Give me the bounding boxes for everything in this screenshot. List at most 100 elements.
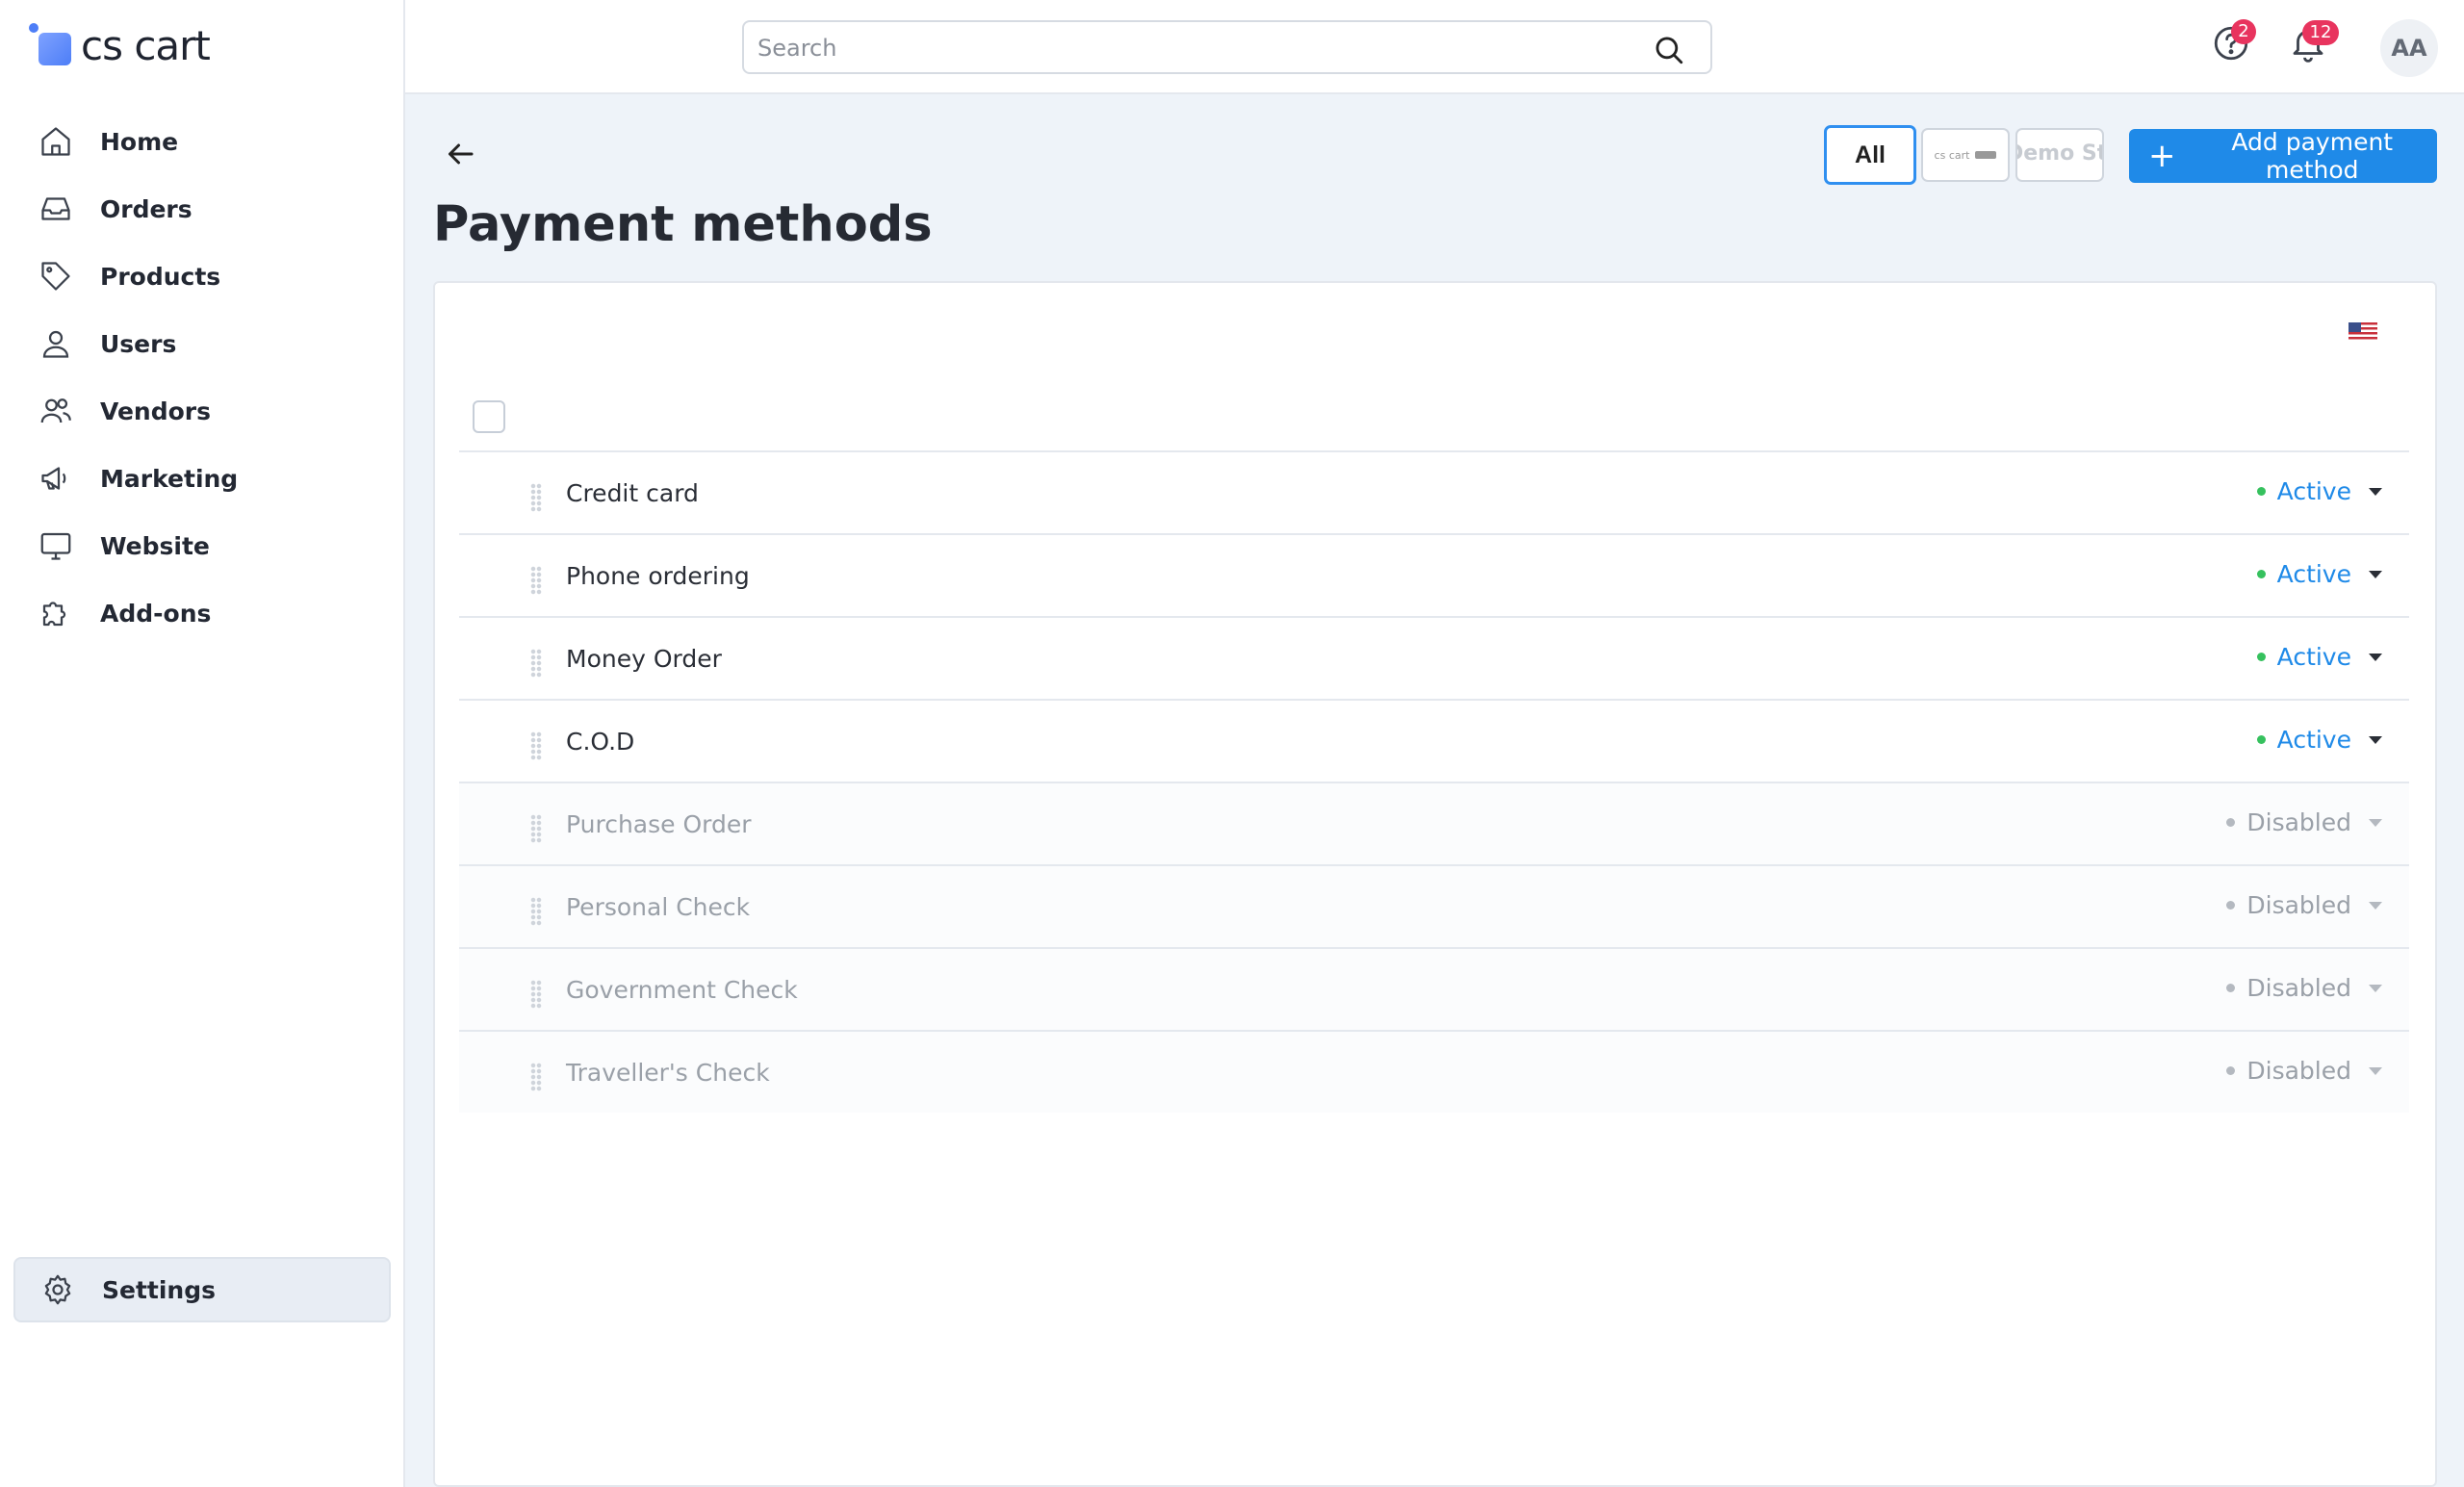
caret-down-icon <box>2369 735 2382 744</box>
back-arrow-icon[interactable] <box>443 137 477 171</box>
payment-method-name[interactable]: Government Check <box>566 976 798 1004</box>
status-dot <box>2256 735 2266 744</box>
status-text: Disabled <box>2246 891 2351 919</box>
drag-handle-icon[interactable] <box>530 731 542 760</box>
store-filter-demo[interactable]: Demo Store <box>2015 128 2104 182</box>
inbox-icon <box>41 197 70 220</box>
search-icon[interactable] <box>1653 34 1685 66</box>
drag-handle-icon[interactable] <box>530 566 542 595</box>
sidebar-item-settings[interactable]: Settings <box>13 1257 391 1322</box>
avatar[interactable]: AA <box>2380 19 2438 77</box>
sidebar-item-vendors[interactable]: Vendors <box>0 377 403 445</box>
payment-method-name[interactable]: C.O.D <box>566 728 634 756</box>
logo[interactable]: cs cart <box>29 21 211 69</box>
sidebar-item-orders[interactable]: Orders <box>0 175 403 243</box>
drag-handle-icon[interactable] <box>530 649 542 678</box>
puzzle-icon <box>42 602 66 627</box>
status-text: Active <box>2276 643 2351 671</box>
status-dropdown[interactable]: Disabled <box>2226 891 2382 919</box>
status-dropdown[interactable]: Active <box>2256 477 2382 505</box>
drag-handle-icon[interactable] <box>530 814 542 843</box>
us-flag-icon[interactable] <box>2348 322 2377 342</box>
search-input[interactable] <box>756 32 1626 64</box>
caret-down-icon <box>2369 901 2382 910</box>
drag-handle-icon[interactable] <box>530 897 542 926</box>
megaphone-icon <box>41 467 66 490</box>
caret-down-icon <box>2369 653 2382 661</box>
status-dot <box>2256 570 2266 578</box>
table-row[interactable]: Government Check Disabled <box>459 947 2409 1030</box>
status-dot <box>2226 984 2236 992</box>
drag-handle-icon[interactable] <box>530 483 542 512</box>
table-row[interactable]: Personal Check Disabled <box>459 864 2409 947</box>
caret-down-icon <box>2369 1066 2382 1075</box>
payment-method-name[interactable]: Phone ordering <box>566 562 750 590</box>
home-icon <box>41 127 70 156</box>
sidebar-item-home[interactable]: Home <box>0 108 403 175</box>
status-dropdown[interactable]: Disabled <box>2226 1057 2382 1085</box>
status-text: Disabled <box>2246 974 2351 1002</box>
sidebar-item-label: Users <box>100 329 177 358</box>
store-demo-label: Demo Store <box>2017 141 2102 166</box>
status-dot <box>2256 487 2266 496</box>
sidebar-item-products[interactable]: Products <box>0 243 403 310</box>
top-bar: 2 12 AA <box>405 0 2464 94</box>
payment-methods-list: Credit card Active Phone ordering Active… <box>459 450 2409 1113</box>
caret-down-icon <box>2369 570 2382 578</box>
caret-down-icon <box>2369 818 2382 827</box>
plus-icon: + <box>2148 137 2176 175</box>
store-cs-cart-bar <box>1975 151 1997 159</box>
add-payment-method-label: Add payment method <box>2231 128 2394 184</box>
payment-method-name[interactable]: Purchase Order <box>566 810 752 838</box>
table-row[interactable]: Credit card Active <box>459 450 2409 533</box>
sidebar-item-label: Orders <box>100 194 192 223</box>
page-title: Payment methods <box>433 196 933 253</box>
payment-method-name[interactable]: Personal Check <box>566 893 750 921</box>
status-dropdown[interactable]: Active <box>2256 726 2382 754</box>
status-dot <box>2226 1066 2236 1075</box>
store-filter-all[interactable]: All <box>1824 125 1916 185</box>
tag-icon <box>41 262 70 291</box>
sidebar: cs cart Home Orders Products Users Vendo… <box>0 0 405 1487</box>
payment-method-name[interactable]: Money Order <box>566 645 722 673</box>
sidebar-item-website[interactable]: Website <box>0 512 403 579</box>
notifications-badge: 12 <box>2302 20 2339 45</box>
sidebar-item-label: Add-ons <box>100 599 212 628</box>
status-text: Disabled <box>2246 808 2351 836</box>
table-row[interactable]: Purchase Order Disabled <box>459 782 2409 864</box>
sidebar-item-users[interactable]: Users <box>0 310 403 377</box>
caret-down-icon <box>2369 984 2382 992</box>
drag-handle-icon[interactable] <box>530 1063 542 1091</box>
sidebar-item-label: Home <box>100 127 179 156</box>
store-filter-cs-cart[interactable]: cs cart <box>1921 128 2010 182</box>
sidebar-item-addons[interactable]: Add-ons <box>0 579 403 647</box>
drag-handle-icon[interactable] <box>530 980 542 1009</box>
sidebar-item-marketing[interactable]: Marketing <box>0 445 403 512</box>
sidebar-item-label: Settings <box>102 1275 217 1304</box>
user-icon <box>42 330 69 358</box>
status-text: Disabled <box>2246 1057 2351 1085</box>
payment-method-name[interactable]: Credit card <box>566 479 699 507</box>
status-dot <box>2226 818 2236 827</box>
store-cs-cart-logo: cs cart <box>1934 148 1970 162</box>
users-icon <box>40 398 71 423</box>
status-text: Active <box>2276 477 2351 505</box>
status-dot <box>2226 901 2236 910</box>
search-box <box>742 20 1712 74</box>
table-row[interactable]: Phone ordering Active <box>459 533 2409 616</box>
add-payment-method-button[interactable]: + Add payment method <box>2129 128 2437 184</box>
table-row[interactable]: C.O.D Active <box>459 699 2409 782</box>
select-all-checkbox[interactable] <box>473 400 505 433</box>
sidebar-nav: Home Orders Products Users Vendors Marke… <box>0 108 403 647</box>
status-dropdown[interactable]: Disabled <box>2226 808 2382 836</box>
status-dropdown[interactable]: Active <box>2256 643 2382 671</box>
status-dropdown[interactable]: Active <box>2256 560 2382 588</box>
table-row[interactable]: Traveller's Check Disabled <box>459 1030 2409 1113</box>
logo-text: cs cart <box>81 21 211 69</box>
payment-method-name[interactable]: Traveller's Check <box>566 1059 770 1087</box>
status-text: Active <box>2276 560 2351 588</box>
table-row[interactable]: Money Order Active <box>459 616 2409 699</box>
caret-down-icon <box>2369 487 2382 496</box>
status-dropdown[interactable]: Disabled <box>2226 974 2382 1002</box>
monitor-icon <box>40 532 71 560</box>
